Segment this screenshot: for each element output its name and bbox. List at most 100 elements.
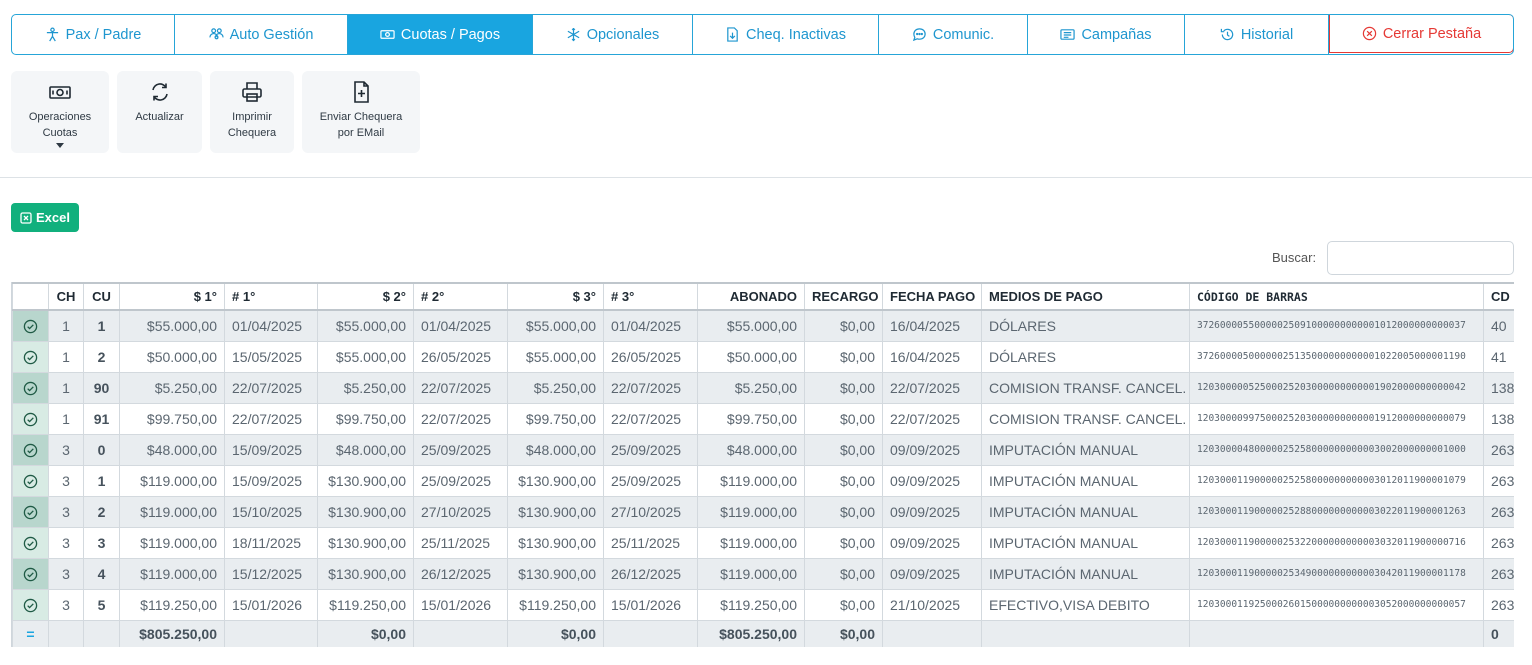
table-cell: $130.900,00 (317, 464, 414, 497)
table-cell: EFECTIVO,VISA DEBITO (981, 588, 1190, 621)
action-label: Imprimir (232, 111, 272, 123)
table-row[interactable]: 3 3 $119.000,00 18/11/2025 $130.900,00 25/11/… (12, 526, 1514, 559)
row-check-cell[interactable] (12, 557, 49, 590)
tab-campanas[interactable]: Campañas (1028, 15, 1185, 54)
divider (0, 177, 1532, 178)
search-input[interactable] (1327, 241, 1514, 275)
column-header[interactable]: $ 2° (317, 282, 414, 311)
totals-cell: $0,00 (507, 619, 604, 647)
excel-export-button[interactable]: Excel (11, 203, 79, 232)
table-cell: $0,00 (804, 433, 883, 466)
table-row[interactable]: 1 91 $99.750,00 22/07/2025 $99.750,00 22/07/2… (12, 402, 1514, 435)
column-header[interactable]: CU (83, 282, 120, 311)
tab-label: Historial (1240, 26, 1294, 43)
totals-cell (413, 619, 508, 647)
column-header[interactable]: $ 3° (507, 282, 604, 311)
tab-cheq-inactivas[interactable]: Cheq. Inactivas (693, 15, 879, 54)
table-row[interactable]: 3 2 $119.000,00 15/10/2025 $130.900,00 27/10/… (12, 495, 1514, 528)
table-cell: $119.000,00 (697, 464, 805, 497)
table-row[interactable]: 1 1 $55.000,00 01/04/2025 $55.000,00 01/04/20… (12, 309, 1514, 342)
column-header[interactable]: # 2° (413, 282, 508, 311)
tab-label: Opcionales (586, 26, 660, 43)
table-cell: $119.000,00 (119, 464, 225, 497)
table-cell: $5.250,00 (507, 371, 604, 404)
table-cell: $119.250,00 (317, 588, 414, 621)
table-cell: 41 (1483, 340, 1514, 373)
table-cell: $0,00 (804, 495, 883, 528)
table-cell: 1 (83, 464, 120, 497)
table-cell: 3726000050000002513500000000000102200500… (1189, 340, 1484, 373)
table-row[interactable]: 3 4 $119.000,00 15/12/2025 $130.900,00 26/12/… (12, 557, 1514, 590)
table-cell: 26/05/2025 (413, 340, 508, 373)
row-check-cell[interactable] (12, 526, 49, 559)
row-check-cell[interactable] (12, 464, 49, 497)
row-check-cell[interactable] (12, 402, 49, 435)
column-header[interactable]: RECARGO (804, 282, 883, 311)
table-row[interactable]: 3 1 $119.000,00 15/09/2025 $130.900,00 25/09/… (12, 464, 1514, 497)
row-check-cell[interactable] (12, 371, 49, 404)
column-header[interactable]: CÓDIGO DE BARRAS (1189, 282, 1484, 311)
printer-icon (242, 82, 262, 102)
tab-cuotas-pagos[interactable]: Cuotas / Pagos (348, 15, 533, 54)
table-cell: IMPUTACIÓN MANUAL (981, 495, 1190, 528)
table-cell: $0,00 (804, 464, 883, 497)
imprimir-chequera-button[interactable]: Imprimir Chequera (210, 71, 294, 153)
table-cell: 15/01/2026 (603, 588, 698, 621)
action-label: Cuotas (42, 127, 78, 139)
table-row[interactable]: 1 2 $50.000,00 15/05/2025 $55.000,00 26/05/20… (12, 340, 1514, 373)
operaciones-cuotas-button[interactable]: Operaciones Cuotas (11, 71, 109, 153)
column-header[interactable]: $ 1° (119, 282, 225, 311)
table-cell: $55.000,00 (507, 309, 604, 342)
table-cell: $130.900,00 (507, 495, 604, 528)
tab-label: Pax / Padre (65, 26, 142, 43)
table-cell: 15/05/2025 (224, 340, 318, 373)
payments-table: CH CU $ 1° # 1° $ 2° # 2° $ 3° # 3° ABON… (12, 282, 1514, 647)
totals-cell (1189, 619, 1484, 647)
row-check-cell[interactable] (12, 433, 49, 466)
totals-cell (83, 619, 120, 647)
table-cell: 40 (1483, 309, 1514, 342)
totals-cell: $0,00 (804, 619, 883, 647)
column-header[interactable]: CH (48, 282, 84, 311)
table-cell: 263 (1483, 464, 1514, 497)
row-check-cell[interactable] (12, 309, 49, 342)
column-header[interactable]: # 1° (224, 282, 318, 311)
column-header[interactable]: MEDIOS DE PAGO (981, 282, 1190, 311)
table-row[interactable]: 1 90 $5.250,00 22/07/2025 $5.250,00 22/07/202… (12, 371, 1514, 404)
table-cell: 1203000005250002520300000000000190200000… (1189, 371, 1484, 404)
table-cell: 09/09/2025 (882, 433, 982, 466)
table-cell: 15/01/2026 (224, 588, 318, 621)
enviar-chequera-email-button[interactable]: Enviar Chequera por EMail (302, 71, 420, 153)
table-cell: 1203000119000002532200000000000303201190… (1189, 526, 1484, 559)
row-check-cell[interactable] (12, 495, 49, 528)
money-icon (380, 30, 395, 39)
table-cell: IMPUTACIÓN MANUAL (981, 526, 1190, 559)
table-cell: $130.900,00 (507, 464, 604, 497)
tab-historial[interactable]: Historial (1185, 15, 1329, 54)
table-cell: 3726000055000002509100000000000101200000… (1189, 309, 1484, 342)
table-cell: 27/10/2025 (413, 495, 508, 528)
table-cell: 1203000119250002601500000000000305200000… (1189, 588, 1484, 621)
tab-pax-padre[interactable]: Pax / Padre (12, 15, 175, 54)
column-header[interactable]: CD B (1483, 282, 1514, 311)
table-cell: $119.000,00 (697, 495, 805, 528)
table-row[interactable]: 3 0 $48.000,00 15/09/2025 $48.000,00 25/09/20… (12, 433, 1514, 466)
table-cell: 263 (1483, 433, 1514, 466)
spreadsheet-icon (20, 211, 32, 224)
payments-table-container[interactable]: CH CU $ 1° # 1° $ 2° # 2° $ 3° # 3° ABON… (11, 282, 1514, 647)
actualizar-button[interactable]: Actualizar (117, 71, 202, 153)
tab-opcionales[interactable]: Opcionales (533, 15, 693, 54)
tab-comunic[interactable]: Comunic. (879, 15, 1028, 54)
column-header[interactable]: ABONADO (697, 282, 805, 311)
table-row[interactable]: 3 5 $119.250,00 15/01/2026 $119.250,00 15/01/… (12, 588, 1514, 621)
table-cell: $119.000,00 (119, 557, 225, 590)
table-cell: 263 (1483, 557, 1514, 590)
column-header[interactable]: FECHA PAGO (882, 282, 982, 311)
tab-cerrar-pestana[interactable]: Cerrar Pestaña (1329, 15, 1513, 53)
tab-auto-gestion[interactable]: Auto Gestión (175, 15, 348, 54)
table-cell: $99.750,00 (507, 402, 604, 435)
row-check-cell[interactable] (12, 340, 49, 373)
row-check-cell[interactable] (12, 588, 49, 621)
table-cell: 15/01/2026 (413, 588, 508, 621)
column-header[interactable]: # 3° (603, 282, 698, 311)
